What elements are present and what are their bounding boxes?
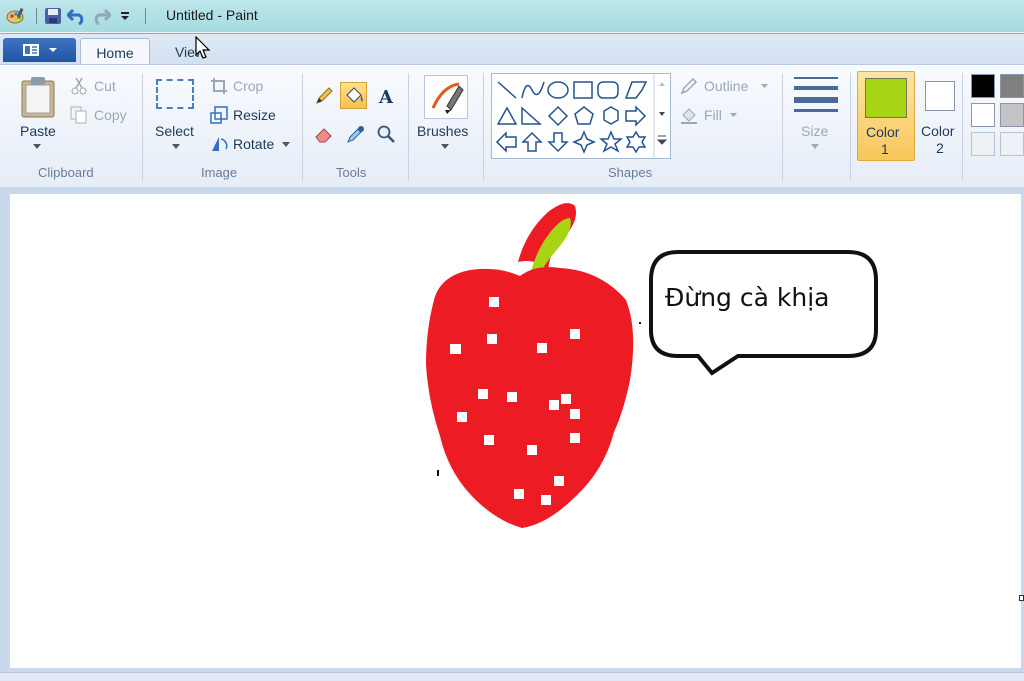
canvas-drawing xyxy=(426,203,878,528)
strawberry-body xyxy=(426,267,634,528)
speech-bubble-text: Đừng cà khịa xyxy=(665,283,830,312)
speech-bubble xyxy=(649,250,878,376)
